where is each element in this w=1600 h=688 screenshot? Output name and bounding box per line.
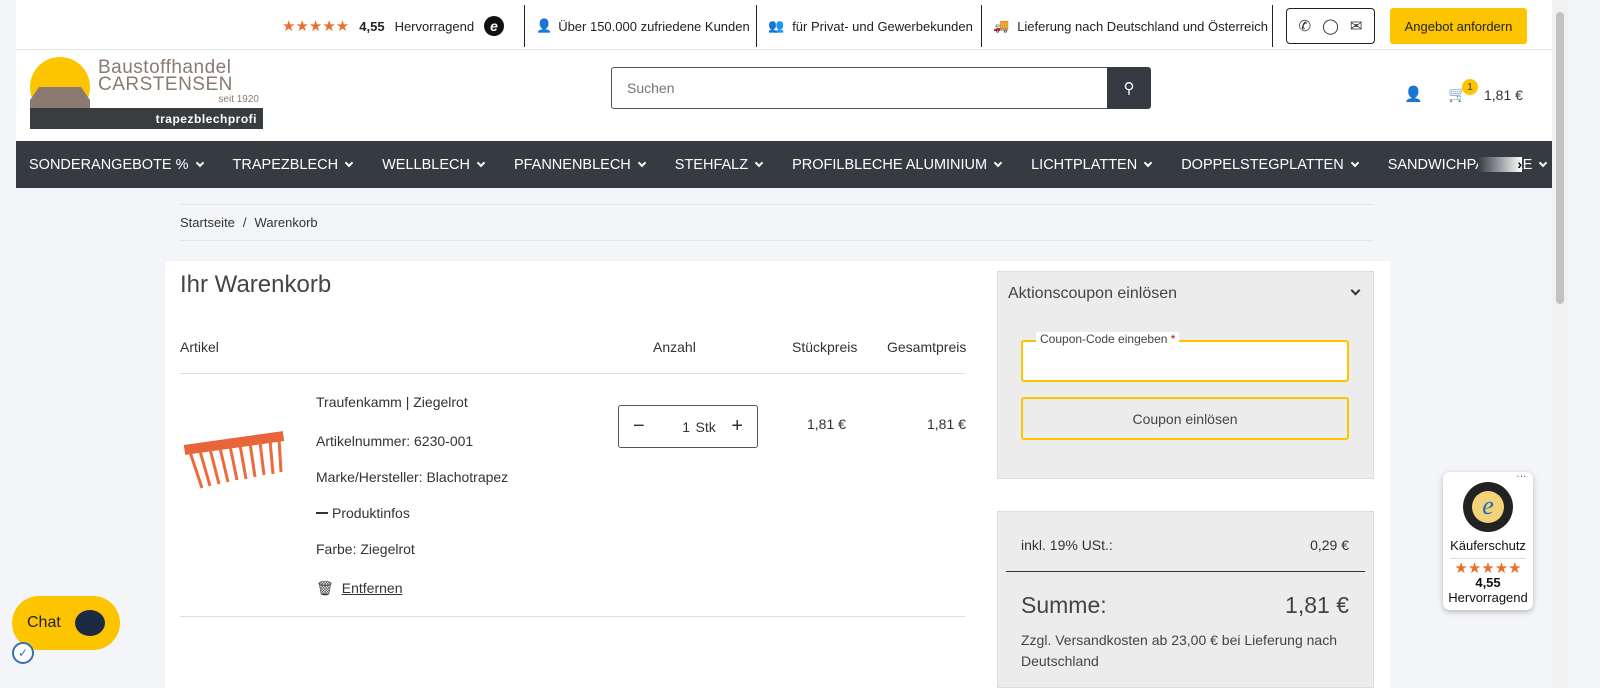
trusted-shops-badge[interactable]: … e Käuferschutz ★★★★★ 4,55 Hervorragend [1443,468,1533,610]
trusted-shops-icon: e [484,16,505,36]
sum-label: Summe: [1021,592,1107,618]
quantity-stepper[interactable]: − 1 Stk + [618,405,758,448]
trust-rating: 4,55 [1475,575,1501,590]
minus-icon[interactable]: − [633,415,645,438]
trash-icon: 🗑 [316,580,334,596]
usp-text: Lieferung nach Deutschland und Österreic… [1017,18,1268,34]
trust-rating-label: Hervorragend [1448,590,1528,605]
breadcrumb-home[interactable]: Startseite [180,215,235,230]
redeem-coupon-button[interactable]: Coupon einlösen [1021,397,1349,440]
coupon-input[interactable] [1021,340,1349,382]
col-header-article: Artikel [180,339,219,355]
scrollbar[interactable] [1552,0,1568,688]
divider [180,373,965,374]
nav-item[interactable]: PROFILBLECHE ALUMINIUM [792,157,1003,173]
tax-value: 0,29 € [1310,537,1349,553]
nav-item[interactable]: WELLBLECH [382,157,486,173]
product-info-toggle[interactable]: Produktinfos [316,505,410,521]
logo-text: seit 1920 [218,94,259,105]
cart-badge: 1 [1462,79,1478,95]
unit-price: 1,81 € [807,416,846,432]
buyer-protection-label: Käuferschutz [1450,538,1526,553]
main-nav: SONDERANGEBOTE % TRAPEZBLECH WELLBLECH P… [16,141,1552,188]
search-input[interactable] [611,67,1107,109]
nav-item[interactable]: PFANNENBLECH [514,157,647,173]
nav-item[interactable]: STEHFALZ [675,157,764,173]
nav-item[interactable]: DOPPELSTEGPLATTEN [1181,157,1359,173]
quantity-unit: Stk [695,418,716,435]
rating-widget[interactable]: ★★★★★ 4,55 Hervorragend e [282,6,505,46]
consent-icon[interactable]: ✓ [12,642,34,664]
tax-label: inkl. 19% USt.: [1021,537,1113,553]
trusted-shops-seal-icon: e [1463,482,1513,532]
usp-customers-type: 👥 für Privat- und Gewerbekunden [768,6,973,46]
scrollbar-thumb[interactable] [1556,12,1564,304]
col-header-total: Gesamtpreis [887,339,967,355]
rating-label: Hervorragend [394,18,475,34]
stars-icon: ★★★★★ [1454,560,1522,577]
more-icon[interactable]: … [1516,468,1527,480]
users-icon: 👥 [768,18,785,33]
account-icon[interactable]: 👤 [1404,85,1423,103]
col-header-qty: Anzahl [653,339,696,355]
divider [1272,5,1273,47]
rating-value: 4,55 [359,18,385,34]
chat-bubble-icon [74,610,105,636]
breadcrumb: Startseite / Warenkorb [180,204,1374,241]
cart-total[interactable]: 1,81 € [1484,87,1523,103]
chat-label: Chat [27,614,61,631]
product-brand: Marke/Hersteller: Blachotrapez [316,469,509,485]
coupon-input-label: Coupon-Code eingeben * [1036,332,1180,346]
usp-text: für Privat- und Gewerbekunden [792,18,973,34]
nav-item[interactable]: LICHTPLATTEN [1031,157,1153,173]
product-name-link[interactable]: Traufenkamm | Ziegelrot [316,394,468,410]
mail-icon[interactable]: ✉ [1350,17,1363,35]
coupon-panel-title[interactable]: Aktionscoupon einlösen [1008,285,1177,303]
breadcrumb-separator: / [242,215,247,230]
line-total: 1,81 € [927,416,966,432]
divider [1006,571,1365,572]
plus-icon[interactable]: + [731,415,743,438]
divider [524,5,525,47]
product-sku: Artikelnummer: 6230-001 [316,433,474,449]
divider [180,616,965,617]
remove-button[interactable]: 🗑 Entfernen [316,580,403,597]
divider [756,5,757,47]
logo[interactable]: Baustoffhandel CARSTENSEN seit 1920 trap… [30,57,263,129]
col-header-unit-price: Stückpreis [792,339,858,355]
breadcrumb-current: Warenkorb [254,215,318,230]
user-check-icon: 👤 [536,18,553,33]
search-button[interactable]: ⚲ [1107,67,1151,109]
product-image[interactable] [182,424,286,490]
logo-text: trapezblechprofi [30,108,263,129]
chat-button[interactable]: Chat [12,596,120,650]
nav-item[interactable]: SONDERANGEBOTE % [29,157,204,173]
request-quote-button[interactable]: Angebot anfordern [1390,8,1527,44]
stars-icon: ★★★★★ [282,18,350,35]
contact-icons: ✆ ◯ ✉ [1286,8,1375,44]
search-icon: ⚲ [1123,80,1135,97]
usp-delivery: 🚚 Lieferung nach Deutschland und Österrei… [993,6,1268,46]
sum-value: 1,81 € [1285,592,1349,618]
nav-scroll-right-icon[interactable]: › [1478,157,1522,172]
page-title: Ihr Warenkorb [180,271,332,298]
divider [981,5,982,47]
product-info-label: Produktinfos [332,505,410,521]
whatsapp-icon[interactable]: ◯ [1322,17,1339,35]
remove-label: Entfernen [341,580,403,596]
truck-icon: 🚚 [993,18,1010,33]
minus-icon [316,512,328,514]
usp-customers: 👤 Über 150.000 zufriedene Kunden [536,6,750,46]
product-color: Farbe: Ziegelrot [316,541,415,557]
nav-item[interactable]: SANDWICHPANEELE [1388,157,1548,173]
phone-icon[interactable]: ✆ [1299,17,1312,35]
usp-text: Über 150.000 zufriedene Kunden [558,18,750,34]
logo-text: CARSTENSEN [98,74,233,95]
quantity-value[interactable]: 1 [682,419,690,435]
shipping-note: Zzgl. Versandkosten ab 23,00 € bei Liefe… [1021,632,1337,669]
nav-item[interactable]: TRAPEZBLECH [233,157,354,173]
